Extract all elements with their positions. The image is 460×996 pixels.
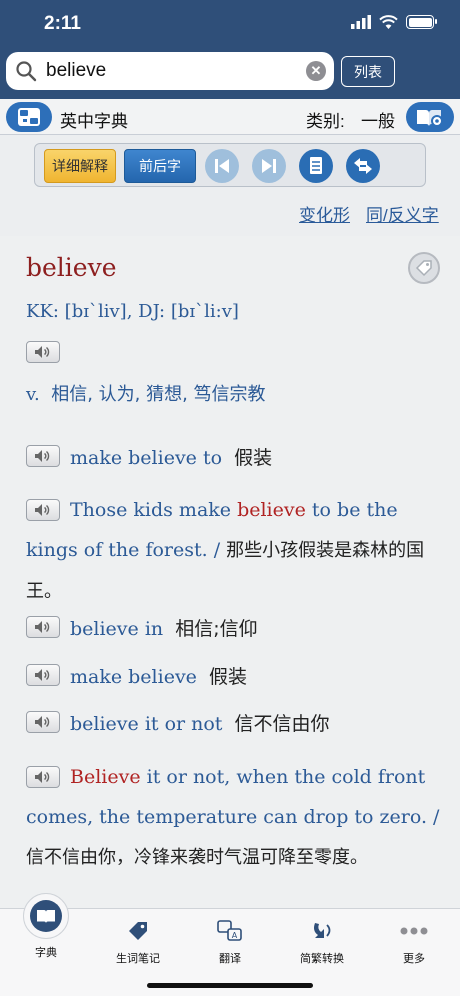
phonetic: KK: [bɪˋliv], DJ: [bɪˋli:v] bbox=[26, 301, 239, 322]
more-icon bbox=[400, 917, 428, 945]
search-icon bbox=[16, 61, 37, 82]
status-time: 2:11 bbox=[44, 13, 81, 34]
dictionary-title: 英中字典 bbox=[60, 112, 128, 131]
example-highlight: Believe bbox=[70, 766, 141, 788]
inflection-link[interactable]: 变化形 bbox=[299, 201, 350, 226]
phrase-zh: 假装 bbox=[234, 447, 273, 469]
speaker-icon[interactable] bbox=[26, 616, 60, 638]
phrase-en: make believe to bbox=[70, 447, 223, 469]
next-icon[interactable] bbox=[252, 149, 286, 183]
phrase-en: believe in bbox=[70, 618, 164, 640]
speaker-icon[interactable] bbox=[26, 664, 60, 686]
phrase-en: make believe bbox=[70, 666, 197, 688]
category-value[interactable]: 一般 bbox=[361, 107, 395, 132]
entry-content: believe KK: [bɪˋliv], DJ: [bɪˋli:v] v. 相… bbox=[0, 236, 460, 908]
phrase-zh: 信不信由你 bbox=[234, 713, 330, 735]
svg-text:A: A bbox=[232, 931, 238, 940]
dictionary-tab-icon bbox=[23, 893, 69, 939]
synonyms-link[interactable]: 同/反义字 bbox=[366, 201, 439, 226]
category-label: 类别: bbox=[306, 112, 345, 131]
word-tag-icon bbox=[124, 917, 152, 945]
swap-icon[interactable] bbox=[346, 149, 380, 183]
phrase-en: believe it or not bbox=[70, 713, 223, 735]
home-indicator bbox=[147, 983, 313, 988]
detail-button[interactable]: 详细解释 bbox=[44, 149, 116, 183]
translate-icon: A bbox=[216, 917, 244, 945]
nearby-words-button[interactable]: 前后字 bbox=[124, 149, 196, 183]
definition: 相信, 认为, 猜想, 笃信宗教 bbox=[51, 384, 266, 405]
example-text: Those kids make bbox=[70, 499, 238, 521]
entry-toolbar: 详细解释 前后字 bbox=[34, 143, 426, 187]
search-input[interactable] bbox=[46, 60, 296, 82]
dictionary-settings-icon[interactable] bbox=[406, 102, 454, 132]
example-translation: 信不信由你，冷锋来袭时气温可降至零度。 bbox=[26, 847, 368, 868]
dictionary-header: 英中字典 类别: 一般 bbox=[0, 99, 460, 135]
previous-icon[interactable] bbox=[205, 149, 239, 183]
tab-notes[interactable]: 生词笔记 bbox=[92, 909, 184, 969]
tab-bar: 字典 生词笔记 A 翻译 简繁转换 更多 bbox=[0, 893, 460, 996]
speaker-icon[interactable] bbox=[26, 341, 60, 363]
headword: believe bbox=[26, 253, 117, 282]
tab-convert[interactable]: 简繁转换 bbox=[276, 909, 368, 969]
phrase-row: make believe 假装 bbox=[70, 662, 247, 689]
speaker-icon[interactable] bbox=[26, 711, 60, 733]
example-highlight: believe bbox=[237, 499, 306, 521]
notes-icon[interactable] bbox=[299, 149, 333, 183]
tab-more[interactable]: 更多 bbox=[368, 909, 460, 969]
phrase-row: believe it or not 信不信由你 bbox=[70, 709, 330, 736]
search-bar[interactable]: ✕ bbox=[6, 52, 334, 90]
tab-label: 更多 bbox=[403, 952, 425, 965]
tab-dictionary[interactable]: 字典 bbox=[0, 893, 92, 969]
phrase-zh: 假装 bbox=[209, 666, 248, 688]
tab-label: 翻译 bbox=[219, 952, 241, 965]
tab-label: 简繁转换 bbox=[300, 952, 344, 965]
tab-translate[interactable]: A 翻译 bbox=[184, 909, 276, 969]
convert-icon bbox=[308, 917, 336, 945]
speaker-icon[interactable] bbox=[26, 445, 60, 467]
status-icons bbox=[351, 15, 437, 29]
tab-label: 生词笔记 bbox=[116, 952, 160, 965]
dictionary-switch-icon[interactable] bbox=[6, 102, 52, 132]
phrase-zh: 相信;信仰 bbox=[175, 618, 258, 640]
signal-icon bbox=[351, 15, 371, 29]
battery-icon bbox=[406, 15, 437, 29]
clear-icon[interactable]: ✕ bbox=[306, 61, 326, 81]
phrase-row: make believe to 假装 bbox=[70, 443, 272, 470]
definition-line: v. 相信, 认为, 猜想, 笃信宗教 bbox=[26, 380, 266, 406]
part-of-speech: v. bbox=[26, 384, 40, 405]
wifi-icon bbox=[379, 15, 398, 29]
list-button[interactable]: 列表 bbox=[341, 56, 395, 87]
phrase-row: believe in 相信;信仰 bbox=[70, 614, 258, 641]
example-sentence: Believe it or not, when the cold front c… bbox=[26, 757, 446, 878]
tab-label: 字典 bbox=[35, 946, 57, 959]
tag-icon[interactable] bbox=[408, 252, 440, 284]
top-bar: 2:11 ✕ 列表 bbox=[0, 0, 460, 99]
example-sentence: Those kids make believe to be the kings … bbox=[26, 490, 446, 612]
